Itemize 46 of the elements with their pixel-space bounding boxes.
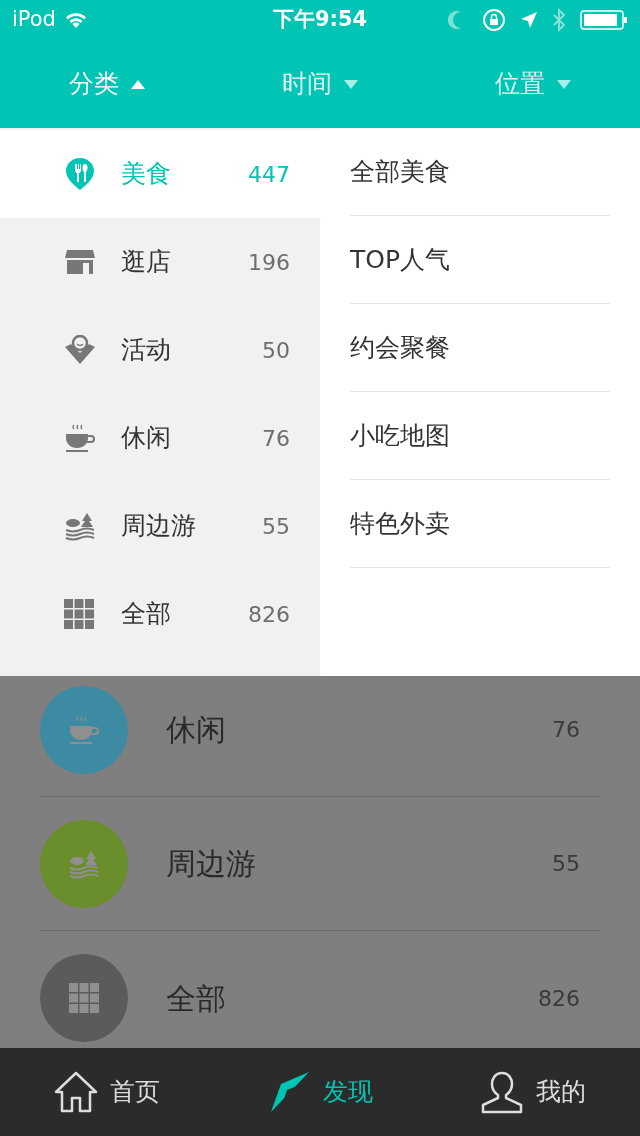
category-count: 76: [262, 424, 290, 453]
caret-up-icon: [130, 79, 145, 89]
grid-icon: [69, 983, 99, 1013]
carrier-label: iPod: [12, 6, 56, 34]
category-name: 活动: [121, 334, 172, 367]
category-name: 全部: [166, 979, 227, 1018]
category-name: 休闲: [166, 711, 227, 749]
category-count: 76: [552, 716, 580, 744]
category-name: 美食: [121, 158, 172, 191]
subcategory-item[interactable]: 全部美食: [350, 152, 450, 191]
coffee-cup-icon: [64, 423, 96, 453]
category-name: 周边游: [166, 845, 257, 883]
subcategory-item[interactable]: TOP人气: [350, 240, 451, 279]
battery-icon: [580, 10, 628, 30]
rotation-lock-icon: [482, 8, 506, 32]
cloud-tree-waves-icon: [64, 511, 96, 541]
category-name: 周边游: [121, 510, 197, 543]
tab-bar-item[interactable]: 发现: [213, 1048, 427, 1136]
bluetooth-icon: [552, 8, 566, 32]
category-count: 826: [538, 984, 580, 1013]
category-count: 55: [262, 512, 290, 541]
category-count: 447: [248, 160, 290, 189]
tab-bar-item[interactable]: 我的: [426, 1048, 640, 1136]
shop-icon: [64, 248, 96, 276]
category-count: 826: [248, 600, 290, 629]
category-name: 全部: [121, 598, 172, 631]
subcategory-item[interactable]: 约会聚餐: [350, 328, 450, 367]
category-name: 逛店: [121, 246, 172, 279]
subcategory-item[interactable]: 特色外卖: [350, 504, 450, 543]
person-icon: [480, 1070, 525, 1114]
fork-spoon-pin-icon: [64, 157, 96, 191]
smiley-person-icon: [64, 335, 96, 365]
status-time: 下午9:54: [272, 6, 368, 34]
caret-down-icon: [557, 79, 572, 89]
category-count: 50: [262, 336, 290, 365]
tab-bar-item[interactable]: 首页: [0, 1048, 214, 1136]
category-count: 196: [248, 248, 290, 277]
category-name: 休闲: [121, 422, 172, 455]
home-icon: [53, 1070, 98, 1114]
category-count: 55: [552, 850, 580, 878]
caret-down-icon: [344, 79, 358, 89]
subcategory-item[interactable]: 小吃地图: [350, 416, 450, 455]
grid-icon: [64, 599, 94, 629]
wifi-icon: [63, 11, 88, 29]
coffee-cup-icon: [68, 714, 100, 745]
location-arrow-icon: [520, 11, 538, 29]
